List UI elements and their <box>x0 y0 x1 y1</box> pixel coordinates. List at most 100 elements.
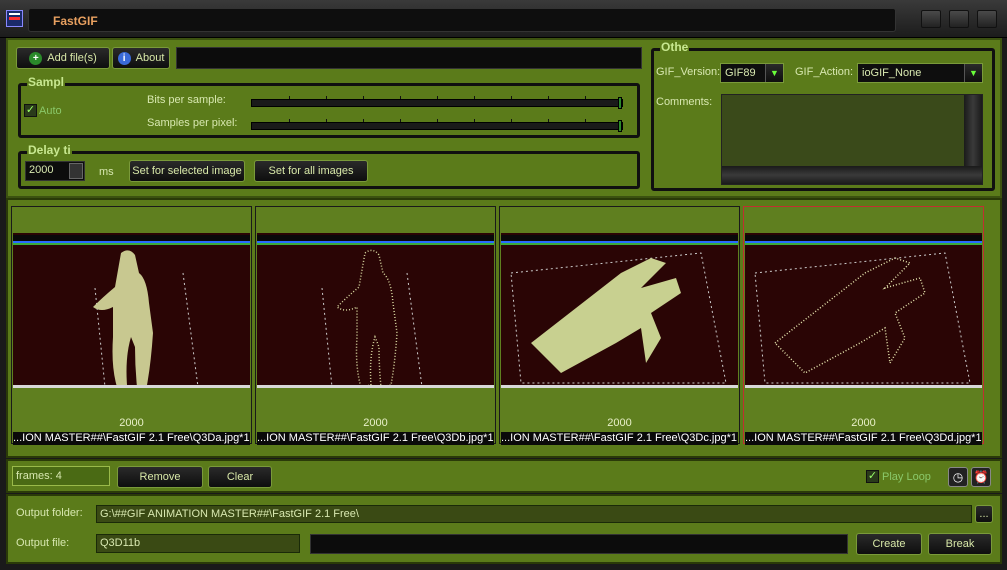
close-button[interactable] <box>977 10 997 28</box>
delay-spinner[interactable] <box>69 163 83 179</box>
thumbnail-selected[interactable]: 2000 ...ION MASTER##\FastGIF 2.1 Free\Q3… <box>743 206 984 445</box>
chevron-down-icon[interactable]: ▼ <box>765 64 783 82</box>
delay-unit: ms <box>99 166 114 178</box>
comments-vscrollbar[interactable] <box>964 95 982 167</box>
set-all-label: Set for all images <box>268 165 354 177</box>
delay-group-title: Delay ti <box>27 143 72 157</box>
bits-slider-thumb[interactable] <box>618 97 622 109</box>
break-label: Break <box>945 538 975 550</box>
minimize-button[interactable] <box>921 10 941 28</box>
thumbnail-delay: 2000 <box>607 417 632 429</box>
play-loop-checkbox[interactable]: ✓ <box>866 470 879 483</box>
thumbnail-filename: ...ION MASTER##\FastGIF 2.1 Free\Q3Dc.jp… <box>501 432 738 445</box>
set-selected-button[interactable]: Set for selected image <box>129 160 245 182</box>
gif-version-value: GIF89 <box>725 67 756 79</box>
clear-button[interactable]: Clear <box>208 466 272 488</box>
gif-version-select[interactable]: GIF89 ▼ <box>720 63 784 83</box>
output-folder-input[interactable]: G:\##GIF ANIMATION MASTER##\FastGIF 2.1 … <box>96 505 972 523</box>
thumbnail-delay: 2000 <box>363 417 388 429</box>
window-title: FastGIF <box>53 14 98 28</box>
set-selected-label: Set for selected image <box>132 165 242 177</box>
slider-tick <box>474 96 475 99</box>
thumbnail-image <box>745 233 982 388</box>
auto-label: Auto <box>39 105 62 117</box>
other-group-title: Othe <box>660 40 690 54</box>
remove-label: Remove <box>139 471 181 483</box>
thumbnail-toolbar-strip <box>13 235 250 245</box>
delay-value: 2000 <box>29 164 54 176</box>
gif-version-label: GIF_Version: <box>656 66 721 78</box>
about-button[interactable]: i About <box>112 47 170 69</box>
slider-tick <box>400 96 401 99</box>
thumbnail[interactable]: 2000 ...ION MASTER##\FastGIF 2.1 Free\Q3… <box>499 206 740 445</box>
thumbnail[interactable]: 2000 ...ION MASTER##\FastGIF 2.1 Free\Q3… <box>11 206 252 445</box>
slider-tick <box>363 119 364 122</box>
thumbnail-bottom-strip <box>257 385 494 388</box>
settings-panel: + Add file(s) i About Sampl ✓ Auto Bits … <box>6 38 1002 198</box>
title-field: FastGIF <box>28 8 896 32</box>
remove-button[interactable]: Remove <box>117 466 203 488</box>
thumbnail-toolbar-strip <box>501 235 738 245</box>
browse-button[interactable]: ... <box>975 505 993 523</box>
browse-label: ... <box>979 508 989 520</box>
output-file-label: Output file: <box>16 537 70 549</box>
app-icon[interactable] <box>6 10 23 27</box>
samples-slider-thumb[interactable] <box>618 120 622 132</box>
create-button[interactable]: Create <box>856 533 922 555</box>
slider-tick <box>585 96 586 99</box>
slider-tick <box>437 119 438 122</box>
slider-tick <box>437 96 438 99</box>
slider-tick <box>511 119 512 122</box>
slider-tick <box>363 96 364 99</box>
thumbnails-panel: 2000 ...ION MASTER##\FastGIF 2.1 Free\Q3… <box>6 198 1002 458</box>
comments-hscrollbar[interactable] <box>722 166 982 184</box>
output-panel: Output folder: G:\##GIF ANIMATION MASTER… <box>6 494 1002 564</box>
play-loop-label: Play Loop <box>882 471 931 483</box>
clear-label: Clear <box>226 471 254 483</box>
slider-tick <box>326 119 327 122</box>
bits-label: Bits per sample: <box>147 94 226 106</box>
comments-textarea[interactable] <box>721 94 983 185</box>
thumbnail-filename: ...ION MASTER##\FastGIF 2.1 Free\Q3Dd.jp… <box>745 432 982 445</box>
progress-field <box>176 47 642 69</box>
sample-group-title: Sampl <box>27 75 66 89</box>
delay-group: Delay ti 2000 ms Set for selected image … <box>18 143 640 189</box>
slider-tick <box>548 96 549 99</box>
thumbnail-bottom-strip <box>13 385 250 388</box>
create-label: Create <box>872 538 906 550</box>
bits-slider[interactable] <box>251 96 623 109</box>
thumbnail[interactable]: 2000 ...ION MASTER##\FastGIF 2.1 Free\Q3… <box>255 206 496 445</box>
thumbnail-bottom-strip <box>745 385 982 388</box>
slider-tick <box>326 96 327 99</box>
title-bar: FastGIF <box>0 0 1007 38</box>
other-group: Othe GIF_Version: GIF89 ▼ GIF_Action: io… <box>651 40 995 191</box>
thumbnail-image <box>501 233 738 388</box>
add-files-button[interactable]: + Add file(s) <box>16 47 110 69</box>
output-folder-value: G:\##GIF ANIMATION MASTER##\FastGIF 2.1 … <box>100 508 359 520</box>
alarm-clock-icon[interactable]: ⏰ <box>971 467 991 487</box>
samples-label: Samples per pixel: <box>147 117 238 129</box>
delay-input[interactable]: 2000 <box>25 161 85 181</box>
gif-action-value: ioGIF_None <box>862 67 922 79</box>
thumbnail-toolbar-strip <box>257 235 494 245</box>
output-file-input[interactable]: Q3D11b <box>96 534 300 553</box>
chevron-down-icon[interactable]: ▼ <box>964 64 982 82</box>
output-progress-bar <box>310 534 848 554</box>
break-button[interactable]: Break <box>928 533 992 555</box>
maximize-button[interactable] <box>949 10 969 28</box>
samples-slider[interactable] <box>251 119 623 132</box>
frames-count-field: frames: 4 <box>12 466 110 486</box>
slider-tick <box>289 119 290 122</box>
set-all-button[interactable]: Set for all images <box>254 160 368 182</box>
slider-tick <box>400 119 401 122</box>
output-file-value: Q3D11b <box>100 537 141 549</box>
thumbnail-filename: ...ION MASTER##\FastGIF 2.1 Free\Q3Da.jp… <box>13 432 250 445</box>
gif-action-select[interactable]: ioGIF_None ▼ <box>857 63 983 83</box>
auto-checkbox[interactable]: ✓ <box>24 104 37 117</box>
info-icon: i <box>117 51 131 65</box>
clock-icon[interactable]: ◷ <box>948 467 968 487</box>
thumbnail-image <box>257 233 494 388</box>
thumbnail-bottom-strip <box>501 385 738 388</box>
slider-tick <box>511 96 512 99</box>
thumbnail-filename: ...ION MASTER##\FastGIF 2.1 Free\Q3Db.jp… <box>257 432 494 445</box>
